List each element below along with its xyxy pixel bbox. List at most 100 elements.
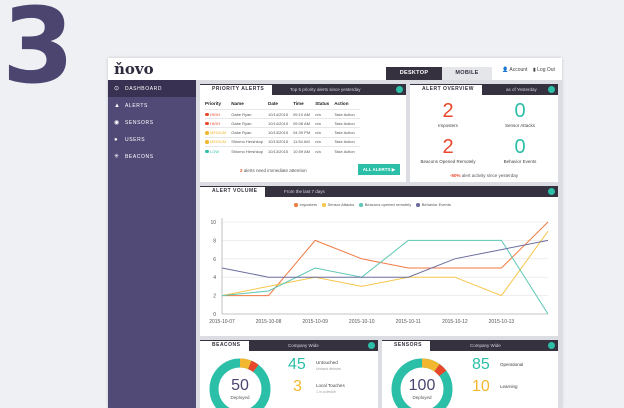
top-bar: ňovo DESKTOP MOBILE 👤 Account ▮ Log Out (108, 58, 562, 80)
overview-stat-beacons-opened: 2 Beacons Opened Remotely (420, 136, 476, 164)
sidebar-item-dashboard[interactable]: ⊙ DASHBOARD (108, 80, 196, 97)
y-tick-label: 4 (213, 275, 216, 281)
status-cell: n/a (315, 136, 335, 147)
priority-alerts-table: Priority Name Date Time Status Action HIGH Gab… (205, 101, 360, 156)
priority-dot-icon (205, 149, 209, 154)
main-content: PRIORITY ALERTS Top 5 priority alerts si… (196, 80, 562, 408)
table-row: MEDIUM Shlomo Hershkop 10/13/2015 11:54 AM n… (205, 136, 360, 147)
column-header[interactable]: Action (334, 101, 359, 110)
priority-dot-icon (205, 121, 209, 126)
time-cell: 11:54 AM (293, 136, 316, 147)
date-cell: 10/13/2015 (268, 127, 294, 138)
status-cell: n/a (315, 108, 335, 119)
sidebar-item-alerts[interactable]: ▲ ALERTS (108, 97, 196, 114)
sidebar-item-users[interactable]: ● USERS (108, 131, 196, 148)
panel-subtitle: Top 5 priority alerts since yesterday (290, 87, 361, 92)
priority-alerts-panel: PRIORITY ALERTS Top 5 priority alerts si… (200, 84, 406, 182)
beacons-deployed: 50 Deployed (230, 377, 250, 400)
user-icon: 👤 (502, 67, 509, 73)
sensors-panel: SENSORS Company Wide 100 Deployed 85 Oper… (382, 340, 558, 408)
sidebar-item-beacons[interactable]: ✳ BEACONS (108, 148, 196, 165)
table-row: LOW Shlomo Hershkop 10/13/2015 10:59 AM n/a T… (205, 145, 360, 156)
panel-subtitle: Company Wide (470, 343, 501, 348)
name-cell: Gabe Ryan (231, 127, 269, 138)
priority-dot-icon (205, 112, 209, 117)
dashboard-icon: ⊙ (114, 86, 120, 92)
beacons-untouched-label: Untouched (316, 360, 338, 365)
gear-icon[interactable] (396, 86, 403, 93)
take-action-link[interactable]: Take Action (334, 145, 360, 156)
name-cell: Shlomo Hershkop (231, 145, 269, 156)
column-header[interactable]: Priority (205, 101, 231, 110)
priority-cell: HIGH (205, 108, 232, 119)
take-action-link[interactable]: Take Action (334, 136, 360, 147)
status-cell: n/a (315, 145, 335, 156)
overview-stat-imposters: 2 Imposters (438, 100, 458, 128)
bell-icon: ▲ (114, 102, 121, 109)
priority-dot-icon (205, 131, 209, 135)
gear-icon[interactable] (548, 86, 555, 93)
status-cell: n/a (315, 118, 335, 128)
column-header[interactable]: Name (231, 101, 268, 110)
logout-link[interactable]: ▮ Log Out (533, 67, 555, 73)
take-action-link[interactable]: Take Action (334, 127, 360, 138)
tab-desktop[interactable]: DESKTOP (386, 67, 442, 80)
panel-title: BEACONS (200, 340, 250, 351)
gear-icon[interactable] (548, 342, 555, 349)
beacons-local-value: 3 (293, 378, 302, 395)
take-action-link[interactable]: Take Action (334, 118, 360, 128)
panel-title: SENSORS (382, 340, 431, 351)
take-action-link[interactable]: Take Action (334, 108, 360, 119)
y-tick-label: 6 (213, 257, 216, 263)
beacons-local-label: Local Touches (316, 383, 345, 388)
x-tick-label: 2015-10-08 (256, 319, 282, 325)
table-row: MEDIUM Gabe Ryan 10/13/2015 04:39 PM n/a Take… (205, 127, 360, 138)
sidebar-item-sensors[interactable]: ◉ SENSORS (108, 114, 196, 131)
column-header[interactable]: Status (315, 101, 334, 110)
panel-title: PRIORITY ALERTS (200, 84, 274, 95)
x-tick-label: 2015-10-09 (302, 319, 328, 325)
column-header[interactable]: Date (268, 101, 293, 110)
panel-subtitle: Company Wide (288, 343, 319, 348)
priority-cell: MEDIUM (205, 127, 232, 138)
status-cell: n/a (315, 127, 335, 138)
overview-stat-sensor-attacks: 0 Sensor Attacks (504, 100, 535, 128)
name-cell: Gabe Ryan (231, 118, 269, 128)
step-number: 3 (2, 0, 74, 107)
sidebar: ⊙ DASHBOARD ▲ ALERTS ◉ SENSORS ● USERS ✳ BEAC… (108, 80, 196, 408)
y-tick-label: 0 (213, 312, 216, 318)
priority-cell: HIGH (205, 118, 232, 128)
table-row: HIGH Gabe Ryan 10/14/2015 09:08 AM n/a Take A… (205, 118, 360, 128)
priority-cell: LOW (205, 145, 232, 156)
x-tick-label: 2015-10-07 (209, 319, 235, 325)
sensors-operational-value: 85 (472, 356, 490, 373)
alert-volume-panel: ALERT VOLUME From the last 7 days Impost… (200, 186, 558, 336)
overview-footer: -50% alert activity since yesterday (449, 173, 519, 178)
priority-cell: MEDIUM (205, 136, 232, 147)
beacons-local-sub: 1 in a device (316, 390, 336, 394)
date-cell: 10/13/2015 (268, 145, 294, 156)
y-tick-label: 8 (213, 238, 216, 244)
panel-subtitle: as of Yesterday (506, 87, 537, 92)
column-header[interactable]: Time (293, 101, 315, 110)
alert-overview-panel: ALERT OVERVIEW as of Yesterday 2 Imposter… (410, 84, 558, 182)
sensors-deployed: 100 Deployed (408, 377, 436, 400)
all-alerts-button[interactable]: ALL ALERTS ▶ (358, 164, 400, 175)
tab-mobile[interactable]: MOBILE (442, 67, 492, 80)
sensors-learning-value: 10 (472, 378, 490, 395)
time-cell: 04:39 PM (293, 127, 316, 138)
beacons-panel: BEACONS Company Wide 50 Deployed 45 Untou… (200, 340, 378, 408)
alerts-footer: 2 alerts need immediate attention (240, 168, 307, 173)
gear-icon[interactable] (368, 342, 375, 349)
x-tick-label: 2015-10-13 (489, 319, 515, 325)
name-cell: Gabe Ryan (231, 108, 269, 119)
time-cell: 09:08 AM (293, 118, 316, 128)
gear-icon[interactable] (548, 188, 555, 195)
lock-icon: ▮ (533, 67, 536, 73)
sensors-learning-label: Learning (500, 384, 518, 389)
beacons-untouched-value: 45 (288, 356, 306, 373)
beacons-untouched-sub: Unused devices (316, 367, 341, 371)
overview-stat-behavior-events: 0 Behavior Events (503, 136, 537, 164)
account-link[interactable]: 👤 Account (502, 67, 527, 73)
date-cell: 10/13/2015 (268, 136, 294, 147)
